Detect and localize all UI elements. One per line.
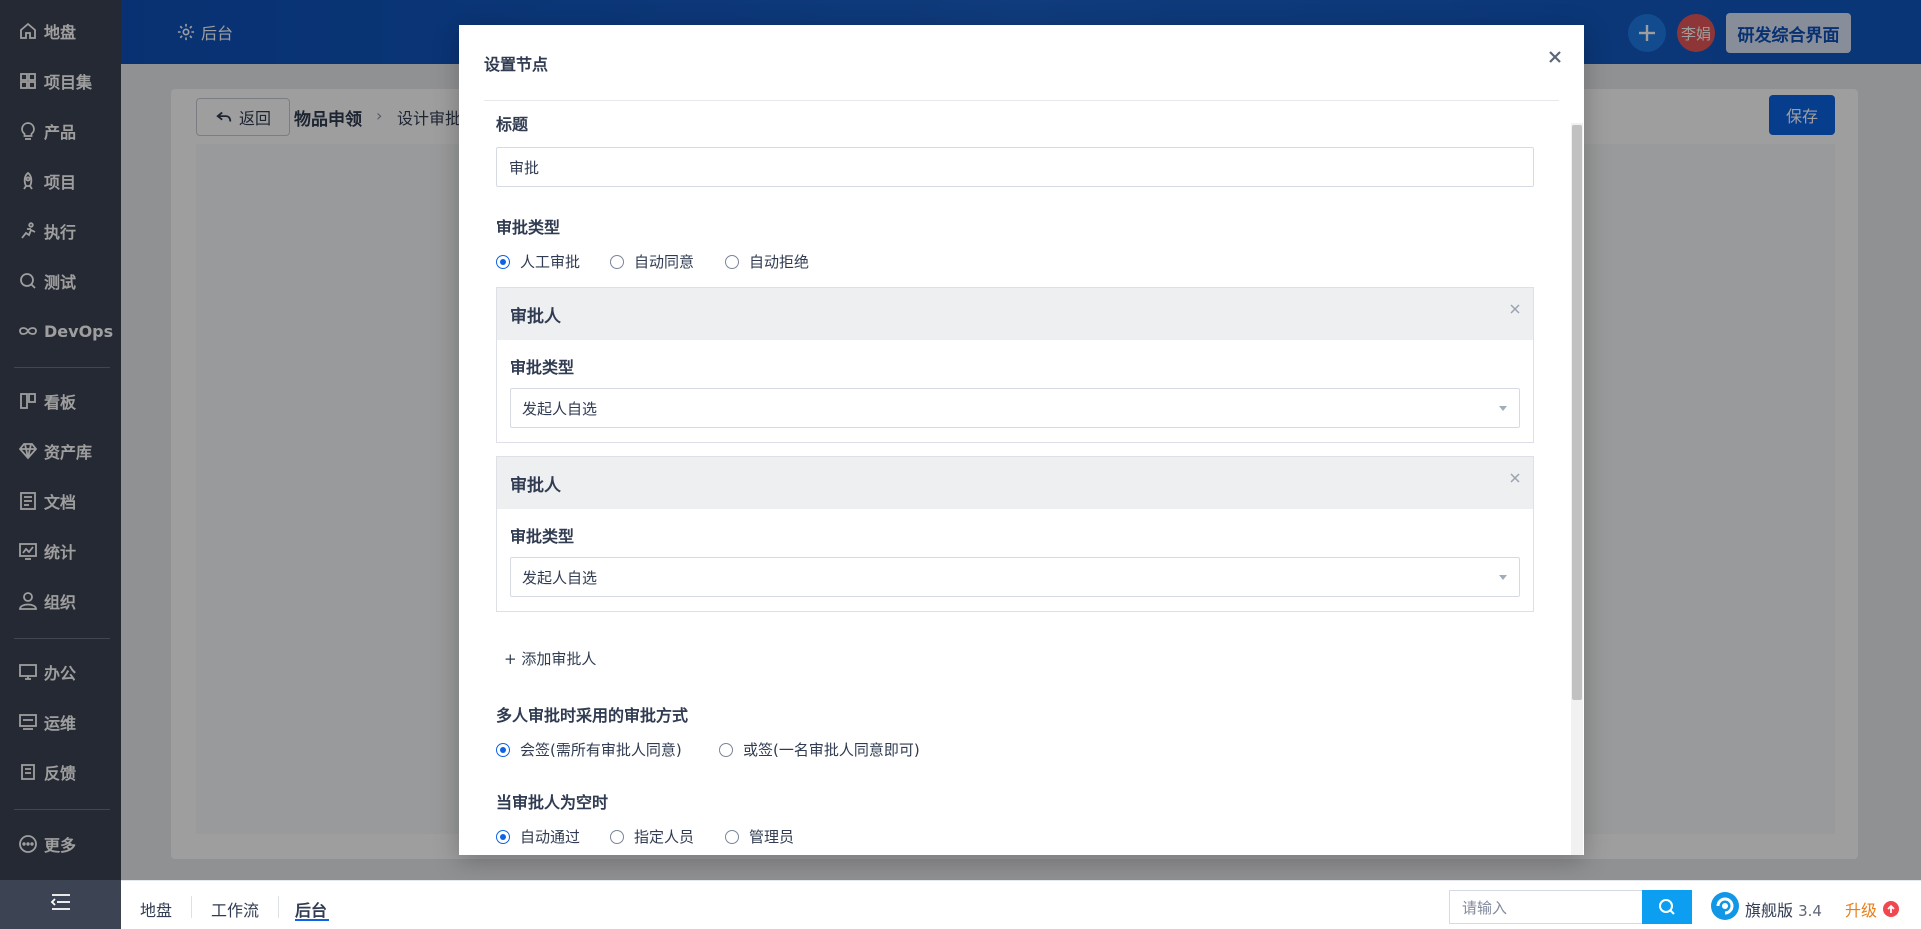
search-input[interactable]: 请输入	[1449, 890, 1642, 924]
bottom-tab-dashboard[interactable]: 地盘	[140, 897, 172, 921]
version-info[interactable]: 旗舰版 3.4	[1745, 897, 1822, 921]
radio-label: 自动通过	[520, 828, 581, 846]
approver-card-header: 审批人	[497, 288, 1533, 340]
approver-type-label: 审批类型	[510, 527, 575, 546]
radio-label: 指定人员	[634, 828, 695, 846]
version-number: 3.4	[1798, 902, 1822, 920]
bottom-bar: 地盘 工作流 后台 请输入 旗舰版 3.4 升级	[121, 880, 1921, 929]
approver-type-select[interactable]: 发起人自选	[510, 388, 1520, 428]
radio-auto-reject[interactable]: 自动拒绝	[725, 251, 809, 272]
zentao-logo-icon	[1711, 892, 1739, 920]
radio-auto-approve[interactable]: 自动同意	[610, 251, 694, 272]
dialog-title: 设置节点	[484, 55, 549, 74]
menu-collapse-icon[interactable]	[50, 891, 72, 913]
active-tab-indicator	[295, 919, 329, 921]
radio-or-sign[interactable]: 或签(一名审批人同意即可)	[719, 739, 920, 760]
close-icon[interactable]	[1545, 47, 1565, 67]
approver-type-label: 审批类型	[510, 358, 575, 377]
radio-checked-icon	[496, 829, 510, 844]
radio-unchecked-icon	[725, 254, 739, 269]
radio-auto-pass[interactable]: 自动通过	[496, 826, 580, 847]
version-name: 旗舰版	[1745, 901, 1794, 920]
upgrade-label: 升级	[1845, 901, 1878, 920]
add-approver-button[interactable]: + 添加审批人	[504, 648, 596, 669]
tab-divider	[191, 896, 192, 918]
radio-label: 自动拒绝	[749, 253, 810, 271]
dialog-scroll-thumb[interactable]	[1572, 125, 1582, 700]
approver-card-header: 审批人	[497, 457, 1533, 509]
radio-unchecked-icon	[610, 254, 624, 269]
set-node-dialog: 设置节点 标题 审批 审批类型 人工审批 自动同意 自动拒绝 审批人 审批类型 …	[459, 25, 1584, 855]
search-button[interactable]	[1642, 890, 1692, 924]
radio-unchecked-icon	[719, 742, 733, 757]
approver-type-select[interactable]: 发起人自选	[510, 557, 1520, 597]
radio-label: 自动同意	[634, 253, 695, 271]
search-icon	[1659, 899, 1675, 915]
radio-unchecked-icon	[725, 829, 739, 844]
title-label: 标题	[496, 115, 529, 134]
radio-label: 人工审批	[520, 253, 581, 271]
chevron-down-icon	[1499, 406, 1507, 411]
approver-card-title: 审批人	[510, 475, 561, 496]
radio-admin[interactable]: 管理员	[725, 826, 794, 847]
radio-checked-icon	[496, 742, 510, 757]
radio-manual-approval[interactable]: 人工审批	[496, 251, 580, 272]
tab-divider	[278, 896, 279, 918]
chevron-down-icon	[1499, 575, 1507, 580]
select-value: 发起人自选	[522, 399, 598, 418]
radio-label: 会签(需所有审批人同意)	[520, 741, 682, 759]
bottom-tab-backstage[interactable]: 后台	[295, 897, 327, 921]
arrow-up-icon	[1883, 901, 1900, 917]
approval-type-label: 审批类型	[496, 218, 561, 237]
multi-approval-label: 多人审批时采用的审批方式	[496, 706, 689, 725]
remove-approver-icon[interactable]	[1507, 470, 1523, 486]
select-value: 发起人自选	[522, 568, 598, 587]
empty-approver-label: 当审批人为空时	[496, 793, 609, 812]
radio-label: 或签(一名审批人同意即可)	[743, 741, 920, 759]
title-input[interactable]: 审批	[496, 147, 1534, 187]
approver-card-title: 审批人	[510, 306, 561, 327]
bottom-tab-workflow[interactable]: 工作流	[211, 897, 259, 921]
approver-card: 审批人 审批类型 发起人自选	[496, 287, 1534, 443]
radio-checked-icon	[496, 254, 510, 269]
radio-designated-person[interactable]: 指定人员	[610, 826, 694, 847]
approver-card: 审批人 审批类型 发起人自选	[496, 456, 1534, 612]
remove-approver-icon[interactable]	[1507, 301, 1523, 317]
radio-countersign[interactable]: 会签(需所有审批人同意)	[496, 739, 682, 760]
radio-label: 管理员	[749, 828, 795, 846]
upgrade-link[interactable]: 升级	[1845, 897, 1900, 921]
dialog-divider	[484, 100, 1559, 101]
radio-unchecked-icon	[610, 829, 624, 844]
